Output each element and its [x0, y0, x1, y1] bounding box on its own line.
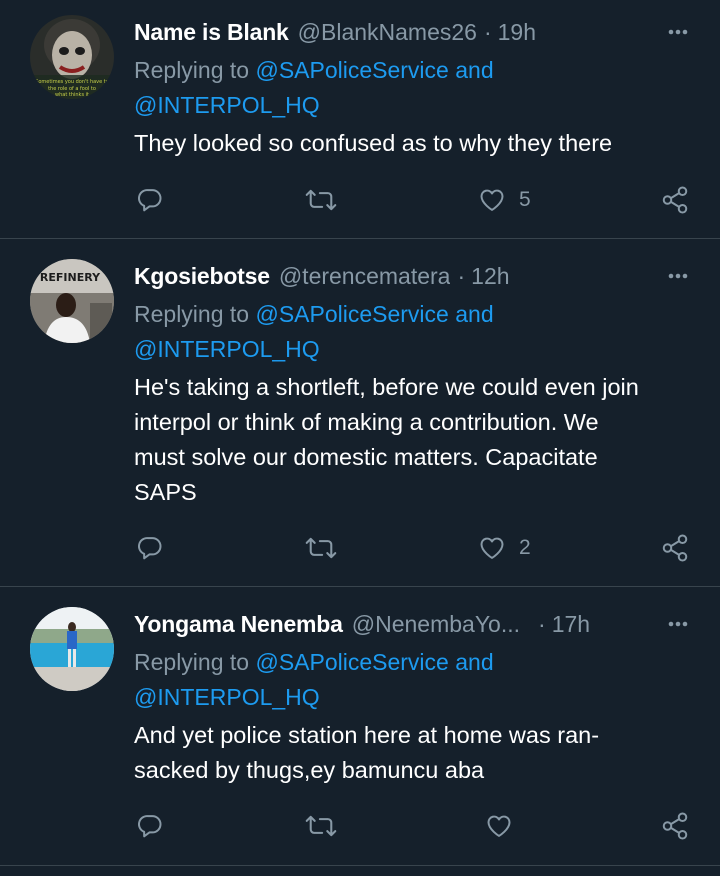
action-bar: 2: [0, 531, 720, 565]
mention-link[interactable]: @INTERPOL_HQ: [134, 92, 320, 118]
tweet[interactable]: Yongama Nenemba @NenembaYo... · 17h Repl…: [0, 587, 720, 866]
display-name[interactable]: Yongama Nenemba: [134, 606, 343, 642]
more-icon[interactable]: [666, 20, 690, 44]
replying-to-label: Replying to: [134, 649, 250, 675]
share-button[interactable]: [660, 531, 690, 565]
tweet-text: He's taking a shortleft, before we could…: [134, 370, 700, 510]
heart-icon: [480, 189, 504, 211]
action-bar: 5: [0, 183, 720, 217]
replying-to-second: @INTERPOL_HQ: [134, 680, 700, 715]
reply-icon: [138, 815, 162, 838]
mention-conjunction: and: [455, 57, 494, 83]
reply-icon: [138, 189, 162, 212]
avatar[interactable]: [30, 607, 114, 691]
tweet-text-line: They looked so confused as to why they t…: [134, 130, 613, 156]
like-button[interactable]: 2: [478, 531, 531, 565]
avatar[interactable]: Sometimes you don't have to the role of …: [30, 15, 114, 99]
mention-link[interactable]: @SAPoliceService: [255, 649, 448, 675]
mention-link[interactable]: @SAPoliceService: [255, 57, 448, 83]
tweet-header: Name is Blank @BlankNames26 · 19h: [134, 14, 640, 50]
tweet-text: They looked so confused as to why they t…: [134, 126, 700, 161]
svg-text:Sometimes you don't have to: Sometimes you don't have to: [35, 79, 109, 85]
retweet-button[interactable]: [305, 809, 337, 843]
retweet-icon: [305, 815, 337, 837]
like-button[interactable]: 5: [478, 183, 531, 217]
share-icon: [662, 186, 688, 214]
tweet-text-line: must solve our domestic matters. Capacit…: [134, 444, 598, 470]
retweet-icon: [305, 189, 337, 211]
timestamp[interactable]: 17h: [552, 606, 590, 642]
retweet-button[interactable]: [305, 183, 337, 217]
tweet-text-line: interpol or think of making a contributi…: [134, 409, 599, 435]
action-bar: [0, 809, 720, 843]
heart-icon: [487, 815, 511, 837]
replying-to-second: @INTERPOL_HQ: [134, 88, 700, 123]
replying-to-second: @INTERPOL_HQ: [134, 332, 700, 367]
timestamp[interactable]: 12h: [471, 258, 509, 294]
more-icon[interactable]: [666, 264, 690, 288]
avatar[interactable]: REFINERY: [30, 259, 114, 343]
share-icon: [662, 812, 688, 840]
tweet-text-line: And yet police station here at home was …: [134, 722, 600, 748]
replying-to: Replying to @SAPoliceService and: [134, 645, 700, 680]
reply-button[interactable]: [136, 183, 164, 217]
reply-button[interactable]: [136, 531, 164, 565]
separator-dot: ·: [538, 611, 546, 637]
retweet-icon: [305, 537, 337, 559]
retweet-button[interactable]: [305, 531, 337, 565]
replying-to-label: Replying to: [134, 57, 250, 83]
replying-to: Replying to @SAPoliceService and: [134, 297, 700, 332]
separator-dot: ·: [483, 19, 492, 45]
tweet-header: Kgosiebotse @terencematera · 12h: [134, 258, 640, 294]
share-button[interactable]: [660, 183, 690, 217]
user-handle[interactable]: @BlankNames26: [298, 14, 477, 50]
reply-icon: [138, 537, 162, 560]
user-handle[interactable]: @terencematera: [279, 258, 451, 294]
share-icon: [662, 534, 688, 562]
display-name[interactable]: Name is Blank: [134, 14, 289, 50]
tweet-text-line: sacked by thugs,ey bamuncu aba: [134, 757, 485, 783]
mention-link[interactable]: @INTERPOL_HQ: [134, 336, 320, 362]
tweet-text-line: He's taking a shortleft, before we could…: [134, 374, 639, 400]
separator-dot: ·: [457, 263, 466, 289]
heart-icon: [480, 537, 504, 559]
display-name[interactable]: Kgosiebotse: [134, 258, 270, 294]
reply-button[interactable]: [136, 809, 164, 843]
share-button[interactable]: [660, 809, 690, 843]
avatar-caption: REFINERY: [40, 271, 101, 284]
user-handle[interactable]: @NenembaYo...: [352, 606, 520, 642]
tweet-text-line: SAPS: [134, 479, 197, 505]
like-button[interactable]: [485, 809, 513, 843]
mention-link[interactable]: @SAPoliceService: [255, 301, 448, 327]
svg-text:what thinks it: what thinks it: [55, 92, 89, 98]
like-count: 2: [519, 536, 531, 559]
more-icon[interactable]: [666, 612, 690, 636]
mention-conjunction: and: [455, 649, 494, 675]
replying-to: Replying to @SAPoliceService and: [134, 53, 700, 88]
mention-link[interactable]: @INTERPOL_HQ: [134, 684, 320, 710]
tweet[interactable]: REFINERY Kgosiebotse @terencematera · 12…: [0, 239, 720, 587]
replying-to-label: Replying to: [134, 301, 250, 327]
mention-conjunction: and: [455, 301, 494, 327]
tweet-header: Yongama Nenemba @NenembaYo... · 17h: [134, 606, 610, 642]
like-count: 5: [519, 188, 531, 211]
tweet-text: And yet police station here at home was …: [134, 718, 700, 788]
timestamp[interactable]: 19h: [498, 14, 536, 50]
tweet[interactable]: Sometimes you don't have to the role of …: [0, 0, 720, 239]
